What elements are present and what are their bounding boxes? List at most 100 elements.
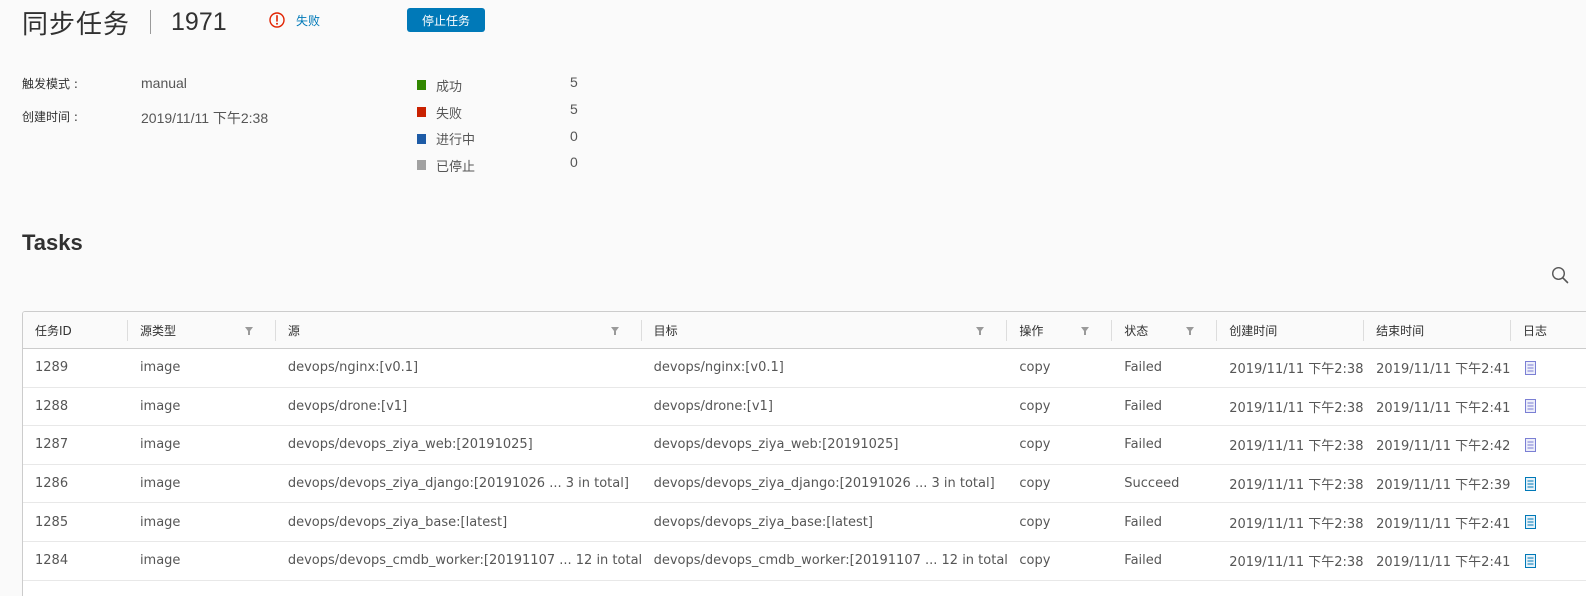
log-file-icon[interactable] <box>1525 437 1537 452</box>
end-time-cell: 2019/11/11 下午2:41 <box>1376 555 1511 571</box>
end-time-cell: 2019/11/11 下午2:41 <box>1376 516 1511 532</box>
filter-icon[interactable] <box>1185 326 1195 336</box>
source-cell: devops/drone:[v1] <box>287 398 408 414</box>
status-cell: Failed <box>1124 437 1163 453</box>
task-summary: 成功 5 失败 5 进行中 0 已停止 0 <box>417 72 578 179</box>
source-type-cell: image <box>139 360 181 376</box>
target-cell: devops/devops_ziya_web:[20191025] <box>653 437 899 453</box>
created-time-cell: 2019/11/11 下午2:38 <box>1229 400 1364 416</box>
table-row[interactable]: 1284 image devops/devops_cmdb_worker:[20… <box>23 542 1586 581</box>
task-id-cell: 1289 <box>35 360 69 376</box>
source-cell: devops/devops_ziya_web:[20191025] <box>287 437 533 453</box>
summary-item-success: 成功 5 <box>417 72 578 99</box>
operation-cell: copy <box>1019 476 1051 492</box>
stop-job-button[interactable]: 停止任务 <box>407 8 485 32</box>
summary-count: 5 <box>570 74 578 91</box>
table-row[interactable]: 1288 image devops/drone:[v1] devops/dron… <box>23 388 1586 427</box>
column-label: 结束时间 <box>1376 323 1425 338</box>
status-cell: Failed <box>1124 514 1163 530</box>
table-row[interactable]: 1285 image devops/devops_ziya_base:[late… <box>23 503 1586 542</box>
filter-icon[interactable] <box>975 326 985 336</box>
created-time-cell: 2019/11/11 下午2:38 <box>1229 555 1364 571</box>
column-header-target[interactable]: 目标 <box>642 312 1008 348</box>
operation-cell: copy <box>1019 398 1051 414</box>
filter-icon[interactable] <box>610 326 620 336</box>
log-file-icon[interactable] <box>1525 476 1537 491</box>
source-cell: devops/devops_ziya_base:[latest] <box>287 514 508 530</box>
search-icon[interactable] <box>1551 266 1569 284</box>
column-label: 创建时间 <box>1229 323 1278 338</box>
trigger-mode-row: 触发模式 : manual <box>22 75 187 92</box>
filter-icon[interactable] <box>1080 326 1090 336</box>
created-time-row: 创建时间 : 2019/11/11 下午2:38 <box>22 108 268 128</box>
table-header: 任务ID 源类型 源 目标 操作 状态 创建时间 结束时间 日志 <box>23 312 1586 349</box>
filter-icon[interactable] <box>244 326 254 336</box>
log-file-icon[interactable] <box>1525 399 1537 414</box>
in-progress-swatch <box>417 133 426 144</box>
log-cell <box>1511 515 1586 530</box>
column-label: 源类型 <box>139 323 176 338</box>
log-file-icon[interactable] <box>1525 553 1537 568</box>
failed-swatch <box>417 107 426 118</box>
created-time-cell: 2019/11/11 下午2:38 <box>1229 478 1364 494</box>
column-header-task-id[interactable]: 任务ID <box>23 312 128 348</box>
source-type-cell: image <box>139 437 181 453</box>
created-time-cell: 2019/11/11 下午2:38 <box>1229 439 1364 455</box>
log-file-icon[interactable] <box>1525 515 1537 530</box>
table-row[interactable]: 1289 image devops/nginx:[v0.1] devops/ng… <box>23 349 1586 388</box>
source-type-cell: image <box>139 514 181 530</box>
log-cell <box>1511 476 1586 491</box>
source-type-cell: image <box>139 476 181 492</box>
log-cell <box>1511 360 1586 375</box>
trigger-mode-value: manual <box>141 75 187 91</box>
table-row[interactable]: 1286 image devops/devops_ziya_django:[20… <box>23 465 1586 504</box>
log-cell <box>1511 399 1586 414</box>
target-cell: devops/devops_ziya_base:[latest] <box>653 514 873 530</box>
column-header-source-type[interactable]: 源类型 <box>128 312 276 348</box>
column-label: 任务ID <box>35 323 72 338</box>
summary-count: 5 <box>570 101 578 118</box>
summary-item-in-progress: 进行中 0 <box>417 125 578 152</box>
column-header-end-time[interactable]: 结束时间 <box>1364 312 1511 348</box>
operation-cell: copy <box>1019 437 1051 453</box>
status-text: 失败 <box>296 13 321 28</box>
source-cell: devops/devops_ziya_django:[20191026 ... … <box>287 476 629 492</box>
end-time-cell: 2019/11/11 下午2:41 <box>1376 400 1511 416</box>
end-time-cell: 2019/11/11 下午2:39 <box>1376 478 1511 494</box>
tasks-section-title: Tasks <box>22 230 83 255</box>
error-circle-icon <box>269 12 285 28</box>
column-header-operation[interactable]: 操作 <box>1007 312 1113 348</box>
column-header-log[interactable]: 日志 <box>1511 312 1586 348</box>
created-time-value: 2019/11/11 下午2:38 <box>141 110 269 126</box>
column-header-created-time[interactable]: 创建时间 <box>1217 312 1365 348</box>
summary-label: 失败 <box>436 106 463 122</box>
trigger-mode-label: 触发模式 : <box>22 77 78 91</box>
target-cell: devops/devops_cmdb_worker:[20191107 ... … <box>653 553 1008 569</box>
source-cell: devops/devops_cmdb_worker:[20191107 ... … <box>287 553 642 569</box>
log-file-icon[interactable] <box>1525 360 1537 375</box>
summary-count: 0 <box>570 127 578 144</box>
column-label: 日志 <box>1523 323 1548 338</box>
end-time-cell: 2019/11/11 下午2:41 <box>1376 362 1511 378</box>
column-label: 操作 <box>1019 323 1044 338</box>
status-cell: Failed <box>1124 398 1163 414</box>
end-time-cell: 2019/11/11 下午2:42 <box>1376 439 1511 455</box>
column-header-status[interactable]: 状态 <box>1112 312 1218 348</box>
column-header-source[interactable]: 源 <box>276 312 642 348</box>
source-type-cell: image <box>139 398 181 414</box>
summary-label: 成功 <box>436 79 463 95</box>
job-id: 1971 <box>171 7 227 36</box>
summary-item-failed: 失败 5 <box>417 99 578 126</box>
target-cell: devops/drone:[v1] <box>653 398 773 414</box>
task-id-cell: 1287 <box>35 437 69 453</box>
status-cell: Succeed <box>1124 476 1180 492</box>
operation-cell: copy <box>1019 514 1051 530</box>
column-label: 源 <box>287 323 300 338</box>
task-id-cell: 1284 <box>35 553 69 569</box>
page-title: 同步任务 <box>22 9 131 40</box>
column-label: 目标 <box>653 323 678 338</box>
created-time-label: 创建时间 : <box>22 110 78 124</box>
created-time-cell: 2019/11/11 下午2:38 <box>1229 362 1364 378</box>
success-swatch <box>417 80 426 91</box>
table-row[interactable]: 1287 image devops/devops_ziya_web:[20191… <box>23 426 1586 465</box>
